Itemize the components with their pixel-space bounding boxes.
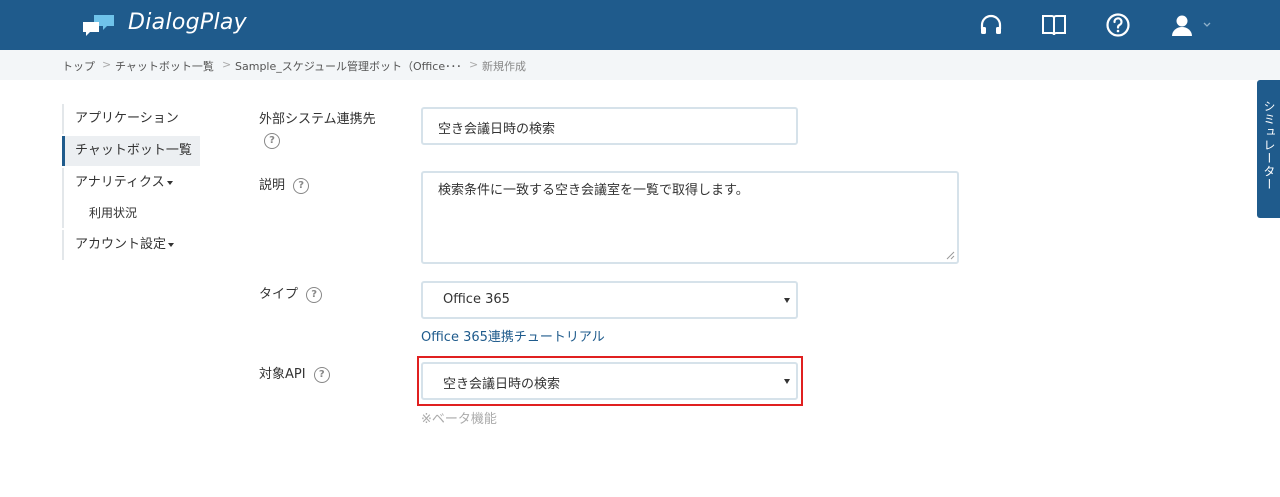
sidebar-item-usage[interactable]: 利用状況 <box>62 198 200 228</box>
help-icon[interactable]: ? <box>264 133 280 149</box>
brand-name[interactable]: DialogPlay <box>128 10 247 35</box>
caret-down-icon <box>168 242 175 247</box>
caret-down-icon <box>166 180 173 185</box>
sidebar-item-label: アナリティクス <box>75 175 165 190</box>
external-system-input[interactable]: 空き会議日時の検索 <box>421 107 798 145</box>
help-circle-icon[interactable] <box>1105 12 1131 38</box>
dropdown-arrow-icon <box>784 379 790 384</box>
breadcrumb-chatbot-list[interactable]: チャットボット一覧 <box>115 58 214 74</box>
sidebar-item-analytics[interactable]: アナリティクス <box>62 168 200 198</box>
breadcrumb-separator: > <box>222 58 232 71</box>
chat-bubbles-logo-icon[interactable] <box>82 12 116 38</box>
type-label-text: タイプ <box>259 287 299 302</box>
type-select[interactable]: Office 365 <box>421 281 798 319</box>
description-textarea[interactable]: 検索条件に一致する空き会議室を一覧で取得します。 <box>421 171 959 264</box>
breadcrumb-top[interactable]: トップ <box>62 58 95 74</box>
breadcrumb-separator: > <box>102 58 112 71</box>
headset-icon[interactable] <box>978 12 1004 38</box>
external-system-label: 外部システム連携先 ? <box>259 108 376 149</box>
breadcrumb-separator: > <box>469 58 479 71</box>
sidebar-item-label: チャットボット一覧 <box>75 143 192 158</box>
resize-handle-icon[interactable] <box>946 251 955 260</box>
type-label: タイプ ? <box>259 283 323 303</box>
office365-tutorial-link[interactable]: Office 365連携チュートリアル <box>421 326 605 345</box>
breadcrumb: トップ > チャットボット一覧 > Sample_スケジュール管理ボット（Off… <box>0 50 1280 80</box>
help-icon[interactable]: ? <box>313 366 330 383</box>
target-api-select[interactable]: 空き会議日時の検索 <box>421 362 798 400</box>
top-header: DialogPlay <box>0 0 1280 50</box>
user-menu-icon[interactable] <box>1170 12 1214 38</box>
sidebar-item-applications[interactable]: アプリケーション <box>62 104 200 134</box>
external-system-label-text: 外部システム連携先 <box>259 112 376 127</box>
beta-feature-note: ※ベータ機能 <box>421 412 497 427</box>
simulator-tab-label: シミュレーター <box>1262 100 1276 191</box>
breadcrumb-sample-bot[interactable]: Sample_スケジュール管理ボット（Office･･･ <box>235 58 462 74</box>
sidebar-item-chatbot-list[interactable]: チャットボット一覧 <box>62 136 200 166</box>
book-icon[interactable] <box>1041 12 1067 38</box>
target-api-selected-value: 空き会議日時の検索 <box>443 377 561 392</box>
dropdown-arrow-icon <box>784 298 790 303</box>
sidebar-item-label: アカウント設定 <box>75 237 167 252</box>
breadcrumb-current: 新規作成 <box>482 60 526 73</box>
sidebar-item-label: アプリケーション <box>75 111 179 126</box>
target-api-label-text: 対象API <box>259 367 306 382</box>
help-icon[interactable]: ? <box>293 177 310 194</box>
sidebar-item-account-settings[interactable]: アカウント設定 <box>62 230 200 260</box>
description-value: 検索条件に一致する空き会議室を一覧で取得します。 <box>438 183 749 198</box>
description-label-text: 説明 <box>259 178 286 193</box>
sidebar-item-label: 利用状況 <box>89 206 138 220</box>
target-api-label: 対象API ? <box>259 363 330 383</box>
help-icon[interactable]: ? <box>306 286 323 303</box>
external-system-value: 空き会議日時の検索 <box>438 122 556 137</box>
type-selected-value: Office 365 <box>443 292 510 307</box>
simulator-tab[interactable]: シミュレーター <box>1257 80 1280 218</box>
description-label: 説明 ? <box>259 174 310 194</box>
